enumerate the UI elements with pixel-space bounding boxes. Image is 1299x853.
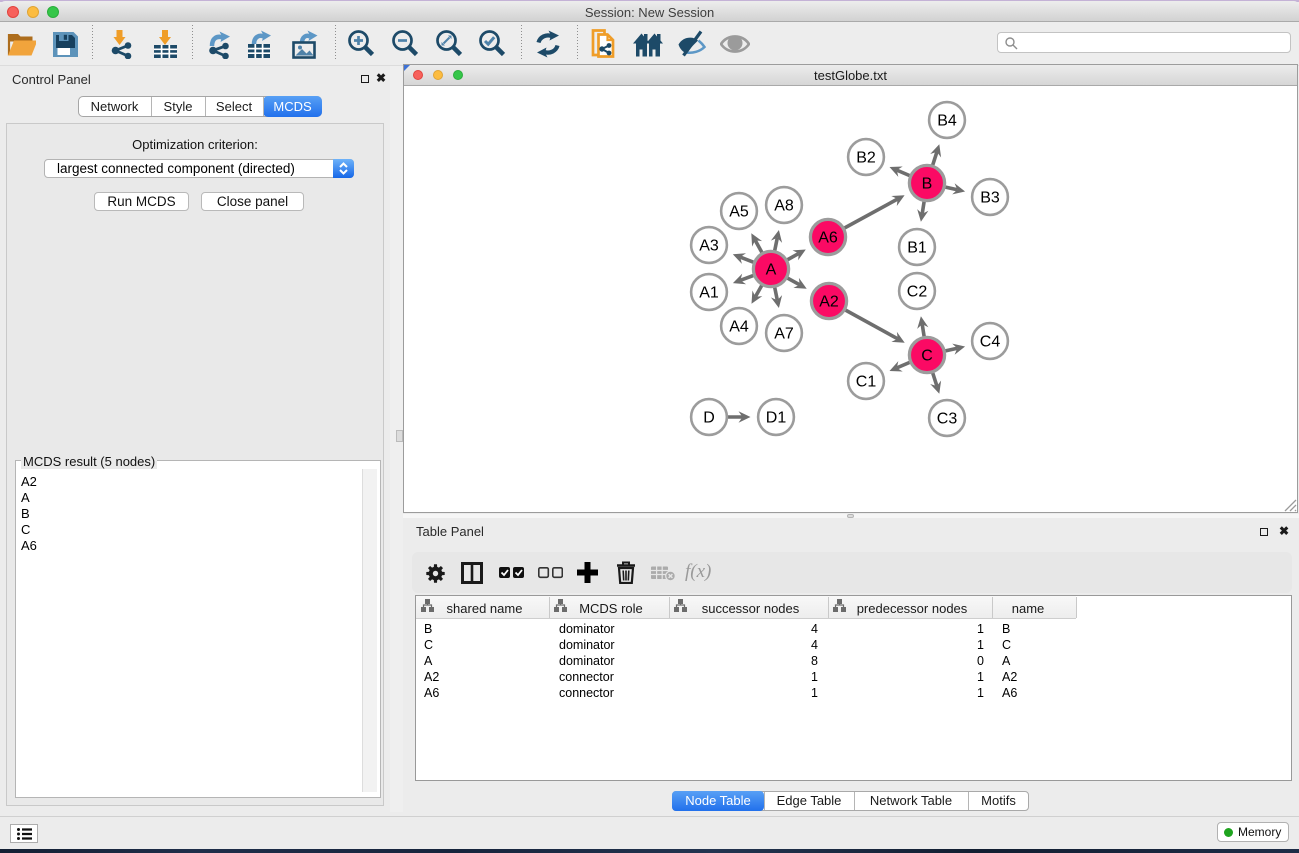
svg-text:A: A	[766, 262, 777, 279]
svg-text:D1: D1	[766, 410, 787, 427]
svg-text:B3: B3	[980, 190, 1000, 207]
svg-text:C4: C4	[980, 334, 1001, 351]
svg-text:A5: A5	[729, 204, 749, 221]
svg-text:A8: A8	[774, 198, 794, 215]
svg-text:C2: C2	[907, 284, 928, 301]
svg-text:A1: A1	[699, 285, 719, 302]
svg-text:C: C	[921, 348, 933, 365]
svg-text:D: D	[703, 410, 715, 427]
svg-text:A7: A7	[774, 326, 794, 343]
svg-text:A4: A4	[729, 319, 749, 336]
svg-text:C3: C3	[937, 411, 958, 428]
svg-text:B1: B1	[907, 240, 927, 257]
svg-text:B2: B2	[856, 150, 876, 167]
svg-text:B: B	[922, 176, 933, 193]
svg-text:A6: A6	[818, 230, 838, 247]
svg-text:C1: C1	[856, 374, 877, 391]
svg-text:A2: A2	[819, 294, 839, 311]
svg-text:A3: A3	[699, 238, 719, 255]
svg-text:B4: B4	[937, 113, 957, 130]
